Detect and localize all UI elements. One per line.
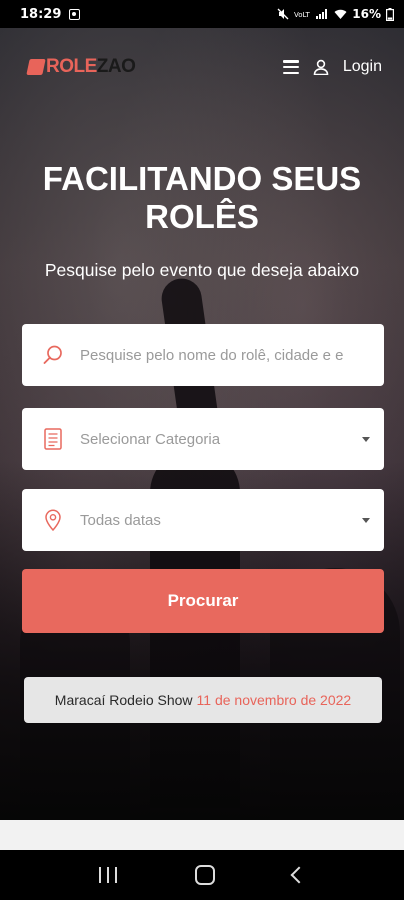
search-input[interactable] [80,346,370,364]
featured-event-chip[interactable]: Maracaí Rodeio Show 11 de novembro de 20… [24,677,382,723]
search-submit-button[interactable]: Procurar [22,569,384,633]
list-document-icon [42,428,64,450]
date-select-value: Todas datas [80,511,161,529]
search-field[interactable] [22,324,384,386]
chevron-down-icon [362,436,370,442]
battery-icon [386,7,394,21]
hero-subtitle: Pesquise pelo evento que deseja abaixo [44,260,360,280]
status-bar: 18:29 VoLTE 16% [0,0,404,28]
wifi-icon [334,9,347,19]
location-pin-icon [42,509,64,531]
logo[interactable]: ROLE ZAO [26,56,136,78]
content-section-top [0,820,404,850]
recent-apps-icon[interactable] [99,867,117,883]
logo-text-zao: ZAO [96,56,136,77]
battery-level: 16% [352,7,381,21]
search-icon [42,344,64,366]
hero-headline: FACILITANDO SEUS ROLÊS [42,160,362,235]
logo-text-role: ROLE [46,56,97,77]
top-nav: ROLE ZAO Login [0,28,404,106]
date-select[interactable]: Todas datas [22,489,384,551]
volte-icon: VoLTE [294,11,310,19]
home-icon[interactable] [195,865,215,885]
back-icon[interactable] [290,866,308,884]
logo-mark-icon [26,59,46,75]
event-name: Maracaí Rodeio Show [54,692,193,708]
svg-text:VoLTE: VoLTE [294,11,310,19]
category-select[interactable]: Selecionar Categoria [22,408,384,470]
mute-icon [277,8,289,20]
status-time: 18:29 [20,6,62,22]
android-nav-bar [0,850,404,900]
chevron-down-icon [362,517,370,523]
signal-icon [316,9,328,19]
login-link[interactable]: Login [343,58,382,76]
notification-icon [69,8,81,20]
hamburger-menu-icon[interactable] [282,60,299,74]
category-select-value: Selecionar Categoria [80,430,221,448]
event-date: 11 de novembro de 2022 [196,692,352,708]
user-icon[interactable] [313,59,329,75]
